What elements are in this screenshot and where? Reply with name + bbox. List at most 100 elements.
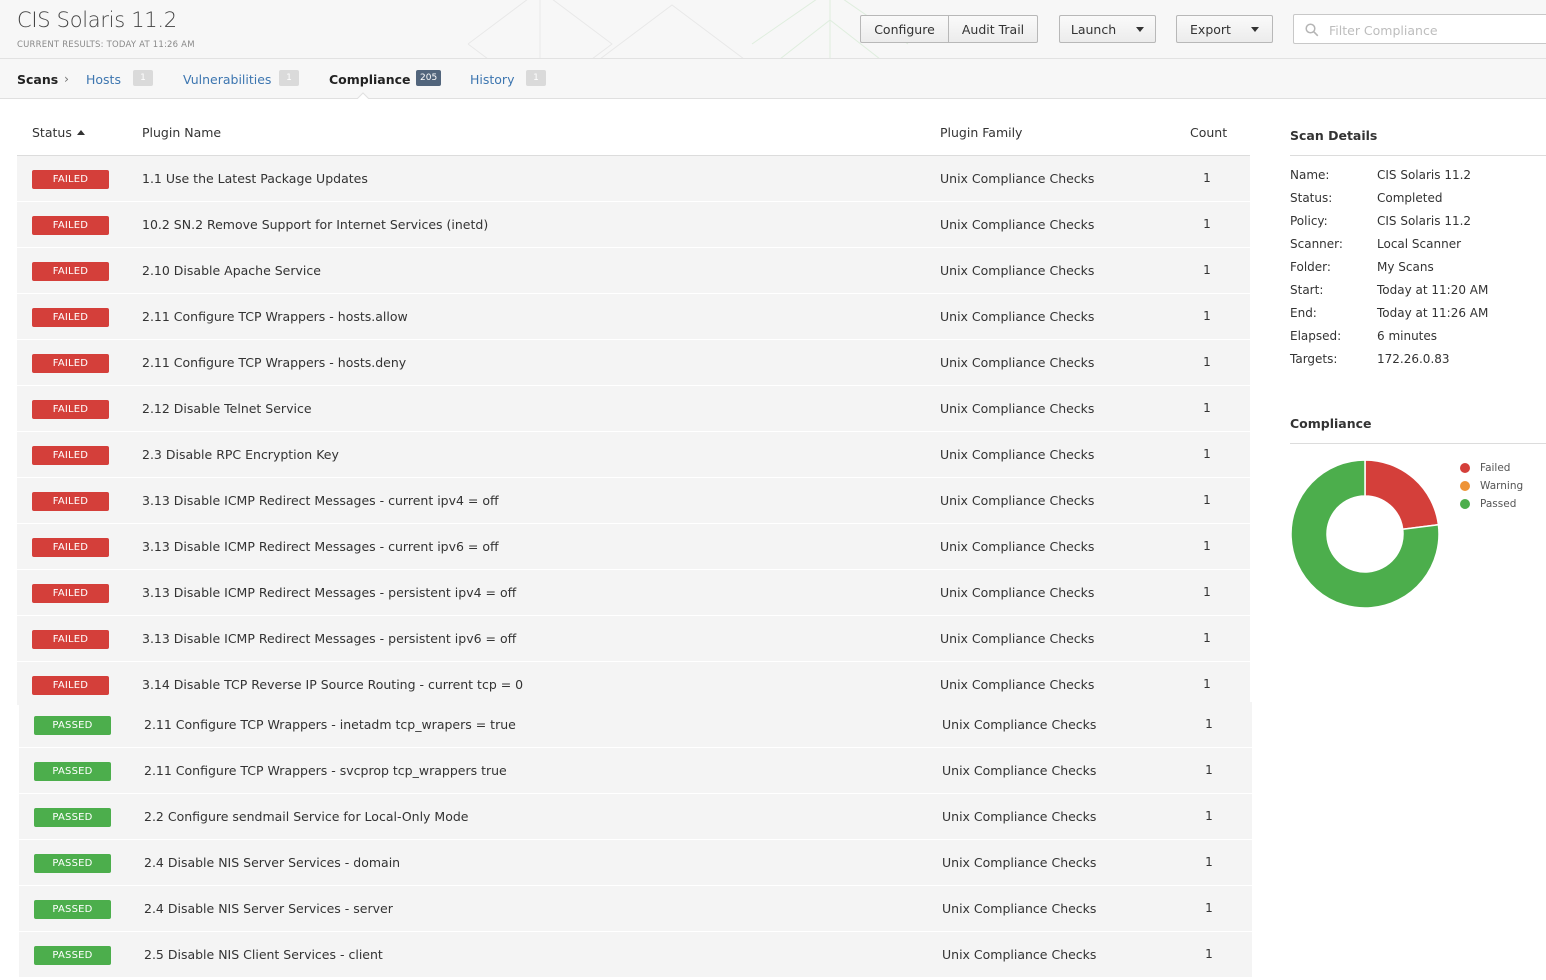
plugin-count: 1 (1203, 677, 1211, 691)
hosts-count-badge: 1 (133, 70, 153, 86)
legend-label: Passed (1480, 498, 1517, 510)
detail-label: End: (1290, 306, 1317, 320)
plugin-count: 1 (1205, 947, 1213, 961)
export-dropdown-button[interactable]: Export (1176, 15, 1273, 43)
status-badge: PASSED (34, 854, 111, 873)
table-row[interactable]: FAILED 2.11 Configure TCP Wrappers - host… (17, 340, 1250, 386)
tab-hosts[interactable]: Hosts (86, 72, 121, 87)
table-row[interactable]: FAILED 2.12 Disable Telnet Service Unix Co… (17, 386, 1250, 432)
chevron-down-icon (1250, 26, 1259, 32)
table-row[interactable]: FAILED 3.13 Disable ICMP Redirect Message… (17, 524, 1250, 570)
status-badge: FAILED (32, 262, 109, 281)
plugin-count: 1 (1203, 631, 1211, 645)
configure-button-label: Configure (874, 21, 935, 37)
plugin-family: Unix Compliance Checks (940, 585, 1095, 600)
status-badge: FAILED (32, 308, 109, 327)
plugin-name: 2.11 Configure TCP Wrappers - hosts.deny (142, 355, 407, 370)
table-row[interactable]: FAILED 3.14 Disable TCP Reverse IP Source… (17, 662, 1250, 706)
status-badge: PASSED (34, 716, 111, 735)
plugin-count: 1 (1205, 763, 1213, 777)
detail-label: Elapsed: (1290, 329, 1342, 343)
detail-value: My Scans (1377, 260, 1434, 274)
chevron-right-icon: › (64, 71, 69, 86)
configure-button[interactable]: Configure (860, 15, 949, 43)
plugin-family: Unix Compliance Checks (940, 631, 1095, 646)
filter-compliance-placeholder: Filter Compliance (1329, 23, 1438, 38)
table-row[interactable]: PASSED 2.2 Configure sendmail Service for… (19, 794, 1252, 840)
legend-item-passed[interactable]: Passed (1460, 497, 1516, 511)
search-icon (1305, 23, 1319, 37)
plugin-name: 2.4 Disable NIS Server Services - server (144, 901, 393, 916)
table-row[interactable]: PASSED 2.11 Configure TCP Wrappers - inet… (19, 702, 1252, 748)
column-plugin-name[interactable]: Plugin Name (142, 125, 221, 140)
tab-compliance[interactable]: Compliance (329, 72, 411, 87)
legend-dot-icon (1460, 499, 1470, 509)
table-row[interactable]: PASSED 2.11 Configure TCP Wrappers - svcp… (19, 748, 1252, 794)
status-badge: FAILED (32, 630, 109, 649)
legend-label: Failed (1480, 462, 1511, 474)
compliance-chart-title: Compliance (1290, 416, 1372, 431)
plugin-count: 1 (1203, 171, 1211, 185)
plugin-count: 1 (1205, 901, 1213, 915)
audit-trail-button-label: Audit Trail (961, 21, 1025, 37)
scan-details-divider (1290, 155, 1546, 156)
table-row[interactable]: PASSED 2.4 Disable NIS Server Services - … (19, 886, 1252, 932)
donut-slice-failed[interactable] (1364, 459, 1440, 531)
breadcrumb-scans[interactable]: Scans (17, 72, 58, 87)
column-status[interactable]: Status (32, 125, 85, 140)
table-row[interactable]: FAILED 2.3 Disable RPC Encryption Key Unix… (17, 432, 1250, 478)
page-title: CIS Solaris 11.2 (17, 8, 177, 32)
plugin-count: 1 (1203, 539, 1211, 553)
scan-details-title: Scan Details (1290, 128, 1378, 143)
tab-history[interactable]: History (470, 72, 514, 87)
compliance-donut-chart (1290, 459, 1440, 609)
plugin-count: 1 (1203, 493, 1211, 507)
plugin-family: Unix Compliance Checks (942, 809, 1097, 824)
status-badge: PASSED (34, 808, 111, 827)
column-plugin-family[interactable]: Plugin Family (940, 125, 1022, 140)
status-badge: PASSED (34, 900, 111, 919)
table-row[interactable]: PASSED 2.4 Disable NIS Server Services - … (19, 840, 1252, 886)
plugin-name: 2.11 Configure TCP Wrappers - svcprop tc… (144, 763, 507, 778)
status-badge: FAILED (32, 676, 109, 695)
legend-item-warning[interactable]: Warning (1460, 479, 1523, 493)
table-row[interactable]: PASSED 2.5 Disable NIS Client Services - … (19, 932, 1252, 978)
plugin-name: 2.10 Disable Apache Service (142, 263, 321, 278)
sort-ascending-icon (76, 130, 85, 135)
table-row[interactable]: FAILED 2.11 Configure TCP Wrappers - host… (17, 294, 1250, 340)
legend-item-failed[interactable]: Failed (1460, 461, 1510, 475)
tab-vulnerabilities[interactable]: Vulnerabilities (183, 72, 271, 87)
plugin-count: 1 (1205, 855, 1213, 869)
legend-dot-icon (1460, 481, 1470, 491)
status-badge: FAILED (32, 400, 109, 419)
column-count[interactable]: Count (1190, 125, 1227, 140)
plugin-count: 1 (1203, 355, 1211, 369)
table-row[interactable]: FAILED 3.13 Disable ICMP Redirect Message… (17, 478, 1250, 524)
table-row[interactable]: FAILED 2.10 Disable Apache Service Unix Co… (17, 248, 1250, 294)
plugin-count: 1 (1205, 809, 1213, 823)
column-status-label: Status (32, 125, 72, 140)
status-badge: FAILED (32, 170, 109, 189)
plugin-name: 2.2 Configure sendmail Service for Local… (144, 809, 469, 824)
export-button-label: Export (1190, 21, 1231, 37)
plugin-count: 1 (1203, 263, 1211, 277)
plugin-count: 1 (1205, 717, 1213, 731)
plugin-count: 1 (1203, 309, 1211, 323)
table-row[interactable]: FAILED 10.2 SN.2 Remove Support for Inter… (17, 202, 1250, 248)
plugin-family: Unix Compliance Checks (940, 263, 1095, 278)
table-row[interactable]: FAILED 3.13 Disable ICMP Redirect Message… (17, 570, 1250, 616)
table-row[interactable]: FAILED 1.1 Use the Latest Package Updates… (17, 156, 1250, 202)
detail-value: CIS Solaris 11.2 (1377, 168, 1472, 182)
detail-label: Status: (1290, 191, 1333, 205)
plugin-name: 2.11 Configure TCP Wrappers - inetadm tc… (144, 717, 516, 732)
breadcrumb-tabs: Scans › Hosts 1 Vulnerabilities 1 Compli… (0, 59, 1546, 99)
plugin-family: Unix Compliance Checks (942, 947, 1097, 962)
detail-label: Targets: (1290, 352, 1338, 366)
launch-dropdown-button[interactable]: Launch (1059, 15, 1156, 43)
filter-compliance-input[interactable]: Filter Compliance (1293, 14, 1546, 44)
table-row[interactable]: FAILED 3.13 Disable ICMP Redirect Message… (17, 616, 1250, 662)
history-count-badge: 1 (526, 70, 546, 86)
audit-trail-button[interactable]: Audit Trail (949, 15, 1038, 43)
plugin-family: Unix Compliance Checks (940, 493, 1095, 508)
detail-value: 6 minutes (1377, 329, 1438, 343)
